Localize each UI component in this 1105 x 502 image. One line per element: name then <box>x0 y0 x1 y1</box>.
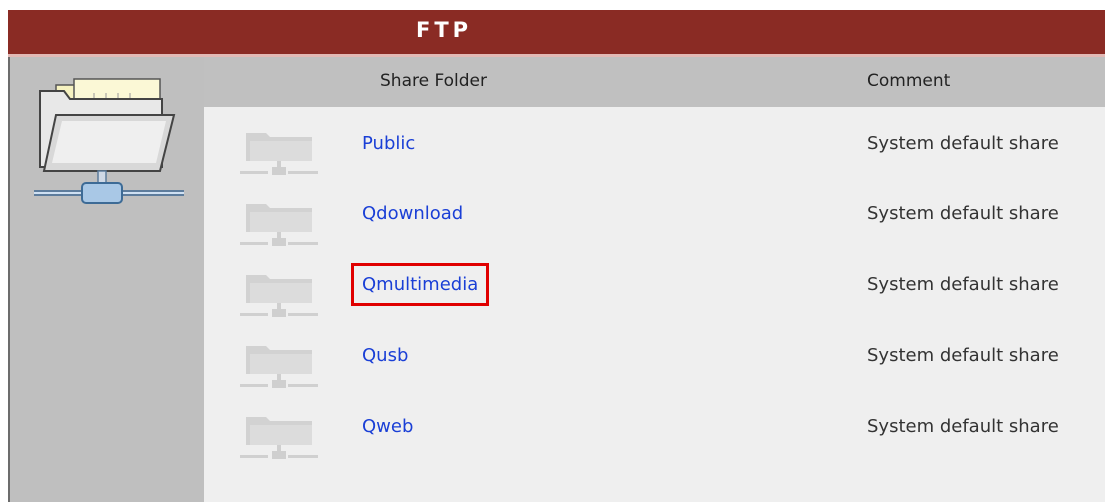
column-header-share-folder: Share Folder <box>380 71 487 91</box>
share-folder-link-qmultimedia[interactable]: Qmultimedia <box>350 263 490 306</box>
title-bar: FTP <box>8 10 1105 57</box>
window-title: FTP <box>416 18 473 42</box>
table-row: Qdownload System default share <box>204 203 1105 275</box>
share-folder-link-qusb[interactable]: Qusb <box>362 345 408 366</box>
network-share-folder-icon <box>240 204 318 246</box>
content-area: Share Folder Comment Public System defaul… <box>8 57 1105 502</box>
column-header-comment: Comment <box>867 71 951 91</box>
table-row: Qmultimedia System default share <box>204 263 1105 346</box>
share-comment: System default share <box>867 345 1059 366</box>
table-row: Qusb System default share <box>204 345 1105 417</box>
share-folder-link-qweb[interactable]: Qweb <box>362 416 413 437</box>
table-header: Share Folder Comment <box>204 57 1105 107</box>
share-comment: System default share <box>867 274 1059 295</box>
share-comment: System default share <box>867 416 1059 437</box>
share-folder-link-public[interactable]: Public <box>362 133 415 154</box>
share-folder-link-qdownload[interactable]: Qdownload <box>362 203 463 224</box>
ftp-window: FTP Share Folder Comment Public System d… <box>8 10 1105 502</box>
table-row: Public System default share <box>204 133 1105 205</box>
network-share-folder-icon <box>240 417 318 459</box>
left-icon-panel <box>8 57 204 502</box>
network-share-folder-icon <box>34 78 184 204</box>
network-share-folder-icon <box>240 133 318 175</box>
share-comment: System default share <box>867 133 1059 154</box>
network-share-folder-icon <box>240 346 318 388</box>
network-share-folder-icon <box>240 275 318 317</box>
table-row: Qweb System default share <box>204 416 1105 488</box>
share-comment: System default share <box>867 203 1059 224</box>
